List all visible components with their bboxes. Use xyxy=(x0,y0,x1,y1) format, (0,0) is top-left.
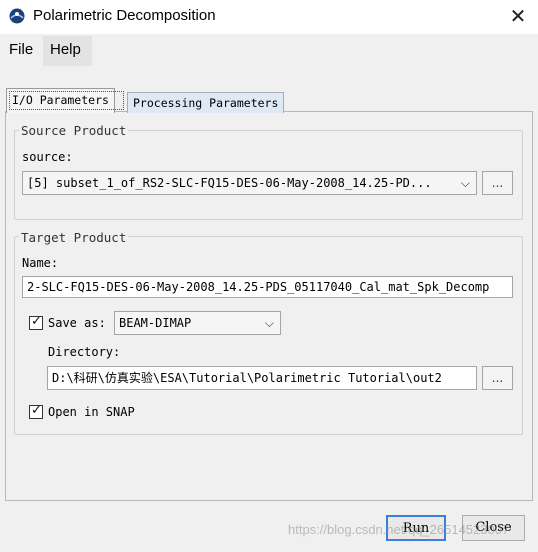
close-window-icon[interactable]: ✕ xyxy=(505,4,531,30)
source-product-select[interactable]: [5] subset_1_of_RS2-SLC-FQ15-DES-06-May-… xyxy=(22,171,477,195)
source-product-title: Source Product xyxy=(19,123,129,138)
checkmark-icon: ✓ xyxy=(31,314,42,329)
save-as-checkbox[interactable]: ✓ xyxy=(29,314,43,330)
target-name-input[interactable]: 2-SLC-FQ15-DES-06-May-2008_14.25-PDS_051… xyxy=(22,276,513,298)
chevron-down-icon: ⌵ xyxy=(264,316,274,330)
source-product-value: [5] subset_1_of_RS2-SLC-FQ15-DES-06-May-… xyxy=(27,176,432,190)
tab-focus-ring xyxy=(9,91,124,110)
source-label: source: xyxy=(22,150,73,164)
open-in-snap-checkbox[interactable]: ✓ xyxy=(29,403,43,419)
tab-processing-parameters[interactable]: Processing Parameters xyxy=(127,92,285,113)
directory-label: Directory: xyxy=(48,345,121,359)
menu-help[interactable]: Help xyxy=(50,40,81,60)
watermark-text: https://blog.csdn.net/qq_26514523007 xyxy=(288,522,510,537)
open-in-snap-label: Open in SNAP xyxy=(48,405,135,419)
directory-input[interactable]: D:\科研\仿真实验\ESA\Tutorial\Polarimetric Tut… xyxy=(47,366,477,390)
menu-file[interactable]: File xyxy=(9,40,33,60)
save-format-value: BEAM-DIMAP xyxy=(119,316,192,330)
directory-browse-button[interactable]: ... xyxy=(482,366,513,390)
name-label: Name: xyxy=(22,256,59,270)
source-browse-button[interactable]: ... xyxy=(482,171,513,195)
chevron-down-icon: ⌵ xyxy=(460,176,470,190)
save-format-select[interactable]: BEAM-DIMAP ⌵ xyxy=(114,311,281,335)
target-product-title: Target Product xyxy=(19,230,129,245)
save-as-label: Save as: xyxy=(48,316,106,330)
window-title: Polarimetric Decomposition xyxy=(33,7,216,24)
snap-app-icon xyxy=(9,8,25,24)
checkmark-icon: ✓ xyxy=(31,403,42,418)
